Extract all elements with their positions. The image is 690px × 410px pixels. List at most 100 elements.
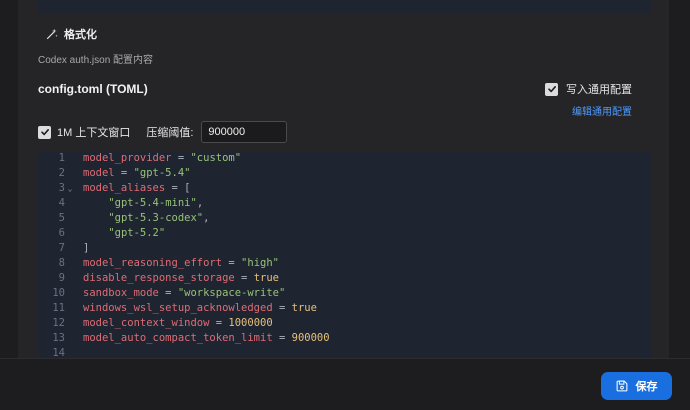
code-token: = (209, 317, 229, 329)
code-token: "high" (241, 257, 279, 269)
line-number: 1 (58, 152, 65, 164)
code-text: model_context_window = 1000000 (75, 316, 273, 331)
code-token: , (203, 212, 210, 224)
compact-threshold-input[interactable] (201, 121, 288, 143)
fold-chevron-icon (65, 286, 75, 301)
code-line[interactable]: 14 (38, 346, 652, 358)
code-line[interactable]: 11 windows_wsl_setup_acknowledged = true (38, 301, 652, 316)
code-line[interactable]: 12 model_context_window = 1000000 (38, 316, 652, 331)
code-token: model (83, 167, 115, 179)
code-text: disable_response_storage = true (75, 271, 279, 286)
code-token: "gpt-5.3-codex" (108, 212, 204, 224)
code-token: = (222, 257, 242, 269)
code-token: true (291, 302, 317, 314)
format-button[interactable]: 格式化 (46, 24, 97, 44)
fold-chevron-icon (65, 256, 75, 271)
code-text: model_provider = "custom" (75, 151, 241, 166)
code-token: = (234, 272, 254, 284)
write-common-toggle[interactable]: 写入通用配置 (545, 81, 632, 97)
code-line[interactable]: 8 model_reasoning_effort = "high" (38, 256, 652, 271)
code-token: = (158, 287, 178, 299)
code-token: model_aliases (83, 182, 166, 194)
auth-json-editor[interactable] (38, 0, 652, 14)
line-number: 9 (58, 272, 65, 284)
code-text: "gpt-5.4-mini", (75, 196, 203, 211)
code-token: model_context_window (83, 317, 210, 329)
fold-chevron-icon (65, 211, 75, 226)
floppy-disk-icon (616, 380, 627, 392)
code-token: sandbox_mode (83, 287, 159, 299)
auth-json-hint: Codex auth.json 配置内容 (38, 55, 154, 66)
code-text: sandbox_mode = "workspace-write" (75, 286, 285, 301)
config-panel: 格式化 Codex auth.json 配置内容 config.toml (TO… (18, 0, 669, 358)
line-number: 5 (58, 212, 65, 224)
code-text: model_auto_compact_token_limit = 900000 (75, 331, 330, 346)
config-toml-editor[interactable]: 1 model_provider = "custom" 2 model = "gpt-… (38, 151, 652, 358)
code-line[interactable]: 6 "gpt-5.2" (38, 226, 652, 241)
code-line[interactable]: 5 "gpt-5.3-codex", (38, 211, 652, 226)
code-text: windows_wsl_setup_acknowledged = true (75, 301, 317, 316)
code-text: model_reasoning_effort = "high" (75, 256, 279, 271)
code-line[interactable]: 2 model = "gpt-5.4" (38, 166, 652, 181)
code-token: "custom" (190, 152, 242, 164)
format-label: 格式化 (64, 29, 97, 41)
code-token: = (272, 332, 292, 344)
write-common-checkbox[interactable] (545, 82, 558, 96)
line-number: 14 (52, 347, 65, 358)
code-text: model_aliases = [ (75, 181, 190, 196)
fold-chevron-icon (65, 331, 75, 346)
fold-chevron-icon (65, 301, 75, 316)
code-token: model_provider (83, 152, 172, 164)
code-token: windows_wsl_setup_acknowledged (83, 302, 273, 314)
code-text: "gpt-5.3-codex", (75, 211, 209, 226)
context-1m-checkbox[interactable] (38, 125, 51, 139)
code-token: = (114, 167, 134, 179)
line-number: 4 (58, 197, 65, 209)
code-line[interactable]: 9 disable_response_storage = true (38, 271, 652, 286)
context-window-row: 1M 上下文窗口 压缩阈值: (38, 121, 288, 143)
footer-bar: 保存 (0, 358, 690, 410)
code-token: ] (83, 242, 90, 254)
code-token: = (272, 302, 292, 314)
section-title: config.toml (TOML) (38, 82, 148, 96)
line-number: 10 (52, 287, 65, 299)
fold-chevron-icon (65, 271, 75, 286)
code-token: "gpt-5.4-mini" (108, 197, 197, 209)
compact-threshold-label: 压缩阈值: (146, 127, 194, 139)
code-line[interactable]: 1 model_provider = "custom" (38, 151, 652, 166)
code-text: ] (75, 241, 89, 256)
code-token: model_auto_compact_token_limit (83, 332, 273, 344)
fold-chevron-icon (65, 241, 75, 256)
code-line[interactable]: 7] (38, 241, 652, 256)
context-1m-label: 1M 上下文窗口 (57, 127, 131, 139)
code-token: model_reasoning_effort (83, 257, 223, 269)
line-number: 11 (52, 302, 65, 314)
code-token: "gpt-5.4" (133, 167, 191, 179)
checkmark-icon (40, 129, 49, 136)
code-token: "gpt-5.2" (108, 227, 166, 239)
code-token: , (196, 197, 204, 209)
fold-chevron-icon (65, 196, 75, 211)
code-token: = (171, 152, 191, 164)
code-line[interactable]: 13 model_auto_compact_token_limit = 90000… (38, 331, 652, 346)
code-token: true (253, 272, 279, 284)
magic-wand-icon (46, 28, 58, 40)
line-number: 13 (52, 332, 65, 344)
write-common-label: 写入通用配置 (566, 84, 632, 96)
line-number: 6 (58, 227, 65, 239)
fold-chevron-icon (65, 226, 75, 241)
code-line[interactable]: 4 "gpt-5.4-mini", (38, 196, 652, 211)
line-number: 2 (58, 167, 65, 179)
line-number: 3 (58, 182, 65, 194)
code-line[interactable]: 10 sandbox_mode = "workspace-write" (38, 286, 652, 301)
code-token: = [ (165, 182, 191, 194)
fold-chevron-icon[interactable]: ⌄ (65, 181, 75, 196)
save-button[interactable]: 保存 (601, 372, 672, 400)
code-line[interactable]: 3 ⌄ model_aliases = [ (38, 181, 652, 196)
fold-chevron-icon (65, 316, 75, 331)
line-number: 12 (52, 317, 65, 329)
edit-common-link[interactable]: 编辑通用配置 (572, 103, 632, 118)
